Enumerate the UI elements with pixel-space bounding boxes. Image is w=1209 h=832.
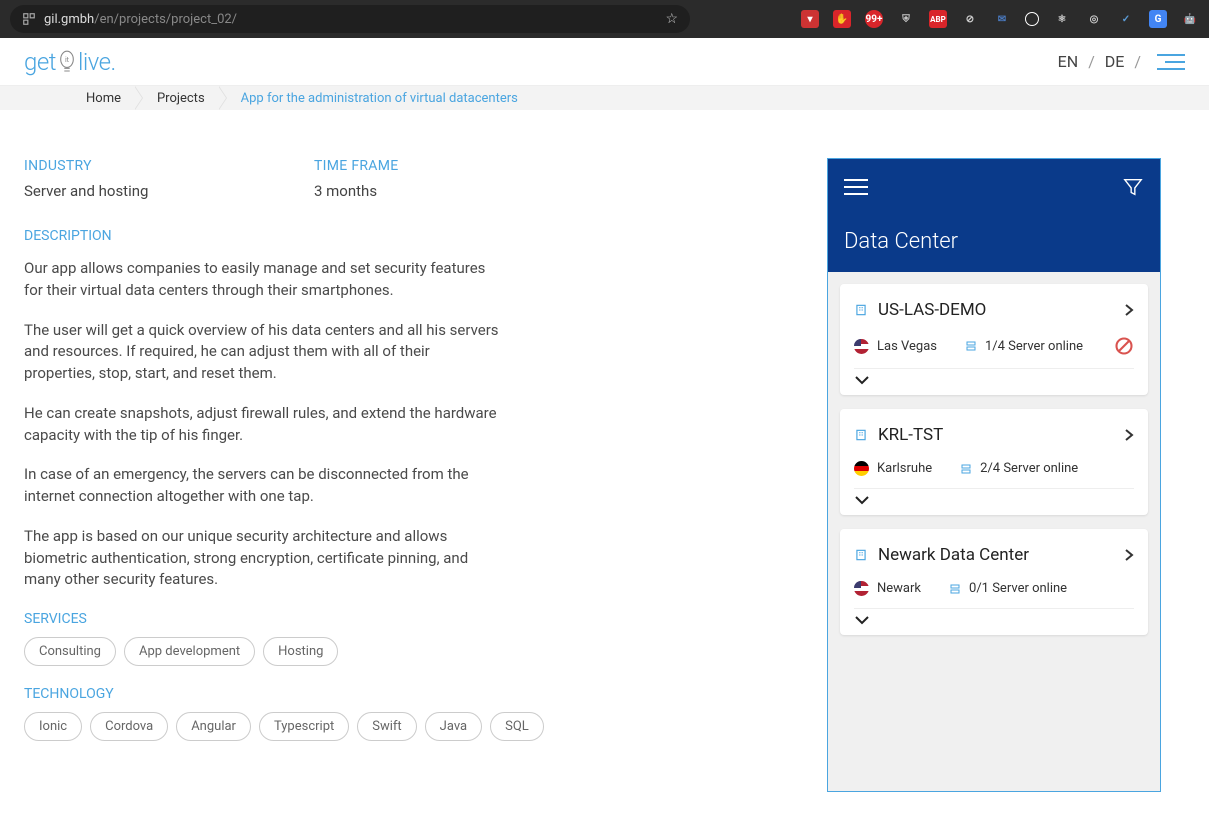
server-status: 0/1 Server online: [969, 581, 1134, 596]
filter-icon[interactable]: [1122, 176, 1144, 198]
lang-de[interactable]: DE: [1105, 52, 1125, 71]
site-settings-icon[interactable]: [22, 12, 36, 26]
service-pill[interactable]: Hosting: [263, 637, 338, 666]
timeframe-label: TIME FRAME: [314, 158, 399, 174]
ext-target-icon[interactable]: ◎: [1085, 10, 1103, 28]
flag-icon: [854, 461, 869, 476]
industry-label: INDUSTRY: [24, 158, 274, 174]
building-icon: [854, 303, 868, 317]
ext-abp-icon[interactable]: ABP: [929, 10, 947, 28]
description-label: DESCRIPTION: [24, 228, 624, 244]
datacenter-name: KRL-TST: [878, 425, 1114, 445]
logo-text-get: get: [24, 48, 56, 76]
building-icon: [854, 428, 868, 442]
url-text: gil.gmbh/en/projects/project_02/: [44, 12, 237, 27]
expand-chevron-down-icon[interactable]: [854, 609, 1134, 627]
breadcrumb-current: App for the administration of virtual da…: [227, 91, 532, 106]
expand-chevron-down-icon[interactable]: [854, 369, 1134, 387]
server-icon: [960, 462, 972, 476]
ext-noscript-icon[interactable]: ⊘: [961, 10, 979, 28]
industry-value: Server and hosting: [24, 182, 274, 200]
server-icon: [949, 582, 961, 596]
menu-button[interactable]: [1157, 54, 1185, 70]
chevron-right-icon[interactable]: [1124, 303, 1134, 317]
building-icon: [854, 548, 868, 562]
bookmark-star-icon[interactable]: ☆: [665, 11, 678, 27]
ext-hand-icon[interactable]: ✋: [833, 10, 851, 28]
flag-icon: [854, 581, 869, 596]
ext-react-icon[interactable]: ⚛: [1053, 10, 1071, 28]
site-logo[interactable]: get it live.: [24, 47, 116, 77]
phone-mockup: Data Center US-LAS-DEMO Las Vegas 1/4 Se…: [827, 158, 1161, 792]
datacenter-location: Las Vegas: [877, 339, 937, 354]
ext-mail-icon[interactable]: ✉: [993, 10, 1011, 28]
technology-pills: Ionic Cordova Angular Typescript Swift Java SQ…: [24, 712, 624, 741]
lang-sep: /: [1134, 52, 1141, 71]
datacenter-name: Newark Data Center: [878, 545, 1114, 565]
server-status: 2/4 Server online: [980, 461, 1134, 476]
url-bar[interactable]: gil.gmbh/en/projects/project_02/ ☆: [10, 5, 690, 33]
service-pill[interactable]: Consulting: [24, 637, 116, 666]
technology-pill[interactable]: Ionic: [24, 712, 82, 741]
server-icon: [965, 339, 977, 353]
breadcrumb-home[interactable]: Home: [72, 91, 135, 106]
ext-circle-icon[interactable]: [1025, 12, 1039, 26]
description-body: Our app allows companies to easily manag…: [24, 258, 499, 591]
ext-script-icon[interactable]: ⛨: [897, 10, 915, 28]
technology-pill[interactable]: Cordova: [90, 712, 168, 741]
technology-label: TECHNOLOGY: [24, 686, 624, 702]
browser-chrome: gil.gmbh/en/projects/project_02/ ☆ ▾ ✋ 9…: [0, 0, 1209, 38]
services-label: SERVICES: [24, 611, 624, 627]
logo-text-live: live.: [78, 48, 116, 76]
lang-sep: /: [1088, 52, 1095, 71]
ext-check-icon[interactable]: ✓: [1117, 10, 1135, 28]
chevron-right-icon: [219, 86, 227, 110]
server-status: 1/4 Server online: [985, 339, 1106, 354]
breadcrumb: Home Projects App for the administration…: [0, 86, 1209, 110]
app-title: Data Center: [828, 215, 1160, 272]
chevron-right-icon: [135, 86, 143, 110]
expand-chevron-down-icon[interactable]: [854, 489, 1134, 507]
technology-pill[interactable]: Java: [425, 712, 482, 741]
language-nav: EN / DE /: [1058, 52, 1141, 71]
technology-pill[interactable]: Angular: [176, 712, 251, 741]
services-pills: Consulting App development Hosting: [24, 637, 624, 666]
flag-icon: [854, 339, 869, 354]
svg-text:it: it: [65, 55, 70, 64]
lang-en[interactable]: EN: [1058, 52, 1079, 71]
breadcrumb-projects[interactable]: Projects: [143, 91, 219, 106]
ext-shield-icon[interactable]: ▾: [801, 10, 819, 28]
technology-pill[interactable]: Typescript: [259, 712, 349, 741]
warning-icon: [1114, 336, 1134, 356]
technology-pill[interactable]: Swift: [357, 712, 416, 741]
app-menu-icon[interactable]: [844, 179, 868, 195]
site-header: get it live. EN / DE /: [0, 38, 1209, 86]
bulb-icon: it: [58, 47, 76, 77]
datacenter-name: US-LAS-DEMO: [878, 300, 1114, 320]
ext-translate-icon[interactable]: G: [1149, 10, 1167, 28]
technology-pill[interactable]: SQL: [490, 712, 544, 741]
ext-robot-icon[interactable]: 🤖: [1181, 10, 1199, 28]
datacenter-location: Newark: [877, 581, 921, 596]
datacenter-card[interactable]: KRL-TST Karlsruhe 2/4 Server online: [840, 409, 1148, 515]
chevron-right-icon[interactable]: [1124, 428, 1134, 442]
ext-badge-icon[interactable]: 99+: [865, 10, 883, 28]
extension-icons: ▾ ✋ 99+ ⛨ ABP ⊘ ✉ ⚛ ◎ ✓ G 🤖: [801, 10, 1199, 28]
chevron-right-icon[interactable]: [1124, 548, 1134, 562]
datacenter-card[interactable]: Newark Data Center Newark 0/1 Server onl…: [840, 529, 1148, 635]
timeframe-value: 3 months: [314, 182, 399, 200]
datacenter-location: Karlsruhe: [877, 461, 932, 476]
service-pill[interactable]: App development: [124, 637, 255, 666]
datacenter-card[interactable]: US-LAS-DEMO Las Vegas 1/4 Server online: [840, 284, 1148, 395]
